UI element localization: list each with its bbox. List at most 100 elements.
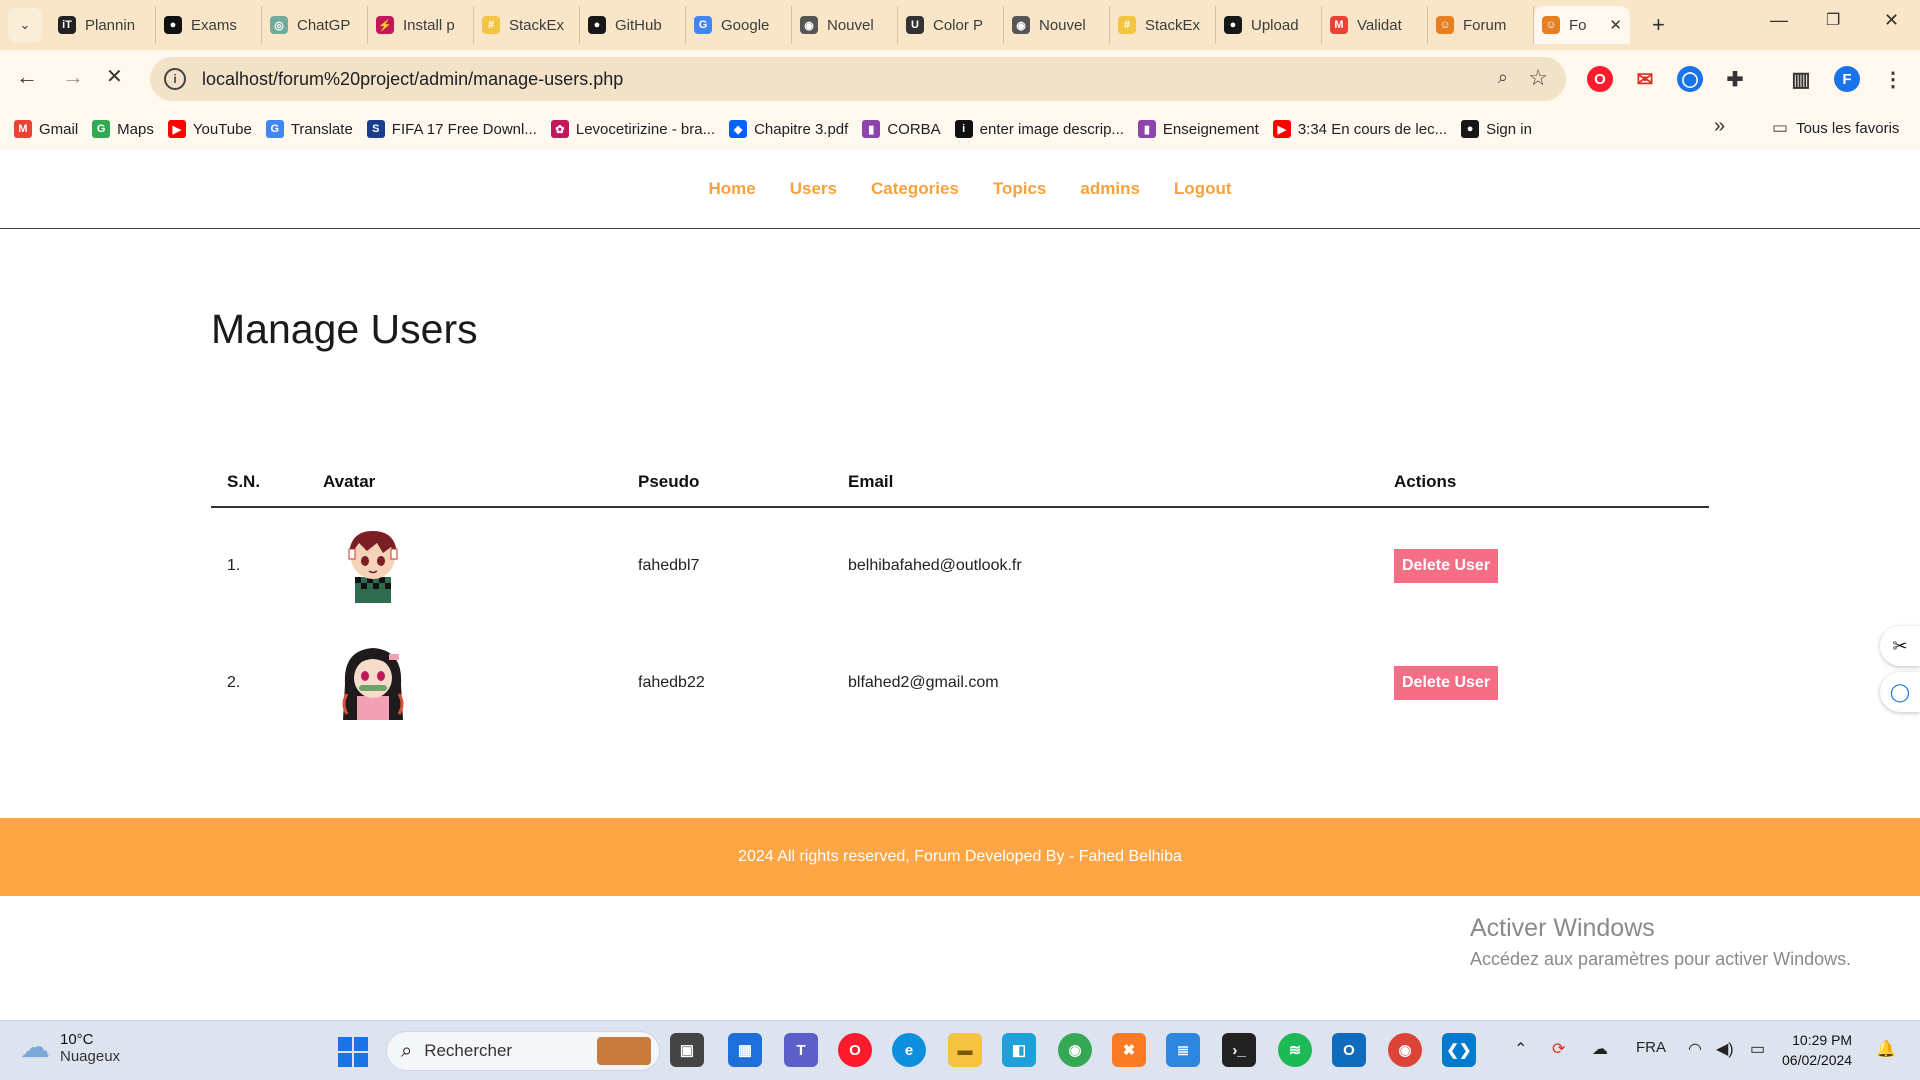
- site-info-icon[interactable]: i: [164, 68, 186, 90]
- xampp-icon[interactable]: ✖: [1112, 1033, 1146, 1067]
- bookmark-item[interactable]: i enter image descrip...: [954, 120, 1124, 138]
- browser-tab[interactable]: G Google: [686, 6, 792, 44]
- tab-search-button[interactable]: ⌄: [8, 8, 42, 42]
- store-icon[interactable]: ▦: [728, 1033, 762, 1067]
- close-window-icon[interactable]: ✕: [1884, 10, 1899, 31]
- browser-tab[interactable]: # StackEx: [474, 6, 580, 44]
- spotify-icon[interactable]: ≋: [1278, 1033, 1312, 1067]
- close-tab-icon[interactable]: ✕: [1609, 16, 1622, 34]
- start-button[interactable]: [338, 1037, 368, 1067]
- menu-kebab-icon[interactable]: ⋮: [1880, 66, 1906, 92]
- chrome-profile-icon[interactable]: ◉: [1388, 1033, 1422, 1067]
- bookmark-item[interactable]: ✿ Levocetirizine - bra...: [550, 120, 715, 138]
- battery-icon[interactable]: ▭: [1750, 1039, 1765, 1059]
- bookmark-item[interactable]: G Translate: [265, 120, 353, 138]
- browser-tab[interactable]: ☺ Forum: [1428, 6, 1534, 44]
- nav-link-admins[interactable]: admins: [1080, 179, 1140, 199]
- mail-extension-icon[interactable]: ✉: [1632, 66, 1658, 92]
- forward-icon[interactable]: →: [62, 64, 84, 90]
- row-sn: 2.: [227, 673, 241, 691]
- browser-tab[interactable]: ● Exams: [156, 6, 262, 44]
- edge-icon[interactable]: e: [892, 1033, 926, 1067]
- language-indicator[interactable]: FRA: [1636, 1039, 1666, 1056]
- row-email: blfahed2@gmail.com: [848, 673, 999, 691]
- windows-logo-pane: [338, 1037, 352, 1051]
- side-panel-icon[interactable]: ▥: [1788, 66, 1814, 92]
- bookmark-item[interactable]: ▮ CORBA: [862, 120, 941, 138]
- url-text[interactable]: localhost/forum%20project/admin/manage-u…: [202, 69, 623, 90]
- terminal-icon[interactable]: ›_: [1222, 1033, 1256, 1067]
- system-clock[interactable]: 10:29 PM 06/02/2024: [1782, 1030, 1852, 1070]
- tab-favicon-icon: iT: [58, 16, 76, 34]
- bookmark-item[interactable]: ● Sign in: [1461, 120, 1532, 138]
- delete-user-button[interactable]: Delete User: [1394, 549, 1499, 583]
- notepad-icon[interactable]: ≣: [1166, 1033, 1200, 1067]
- task-view-icon[interactable]: ▣: [670, 1033, 704, 1067]
- bookmark-item[interactable]: M Gmail: [14, 120, 78, 138]
- bookmark-item[interactable]: ▶ 3:34 En cours de lec...: [1272, 120, 1447, 138]
- browser-tab[interactable]: ◉ Nouvel: [792, 6, 898, 44]
- tab-favicon-icon: M: [1330, 16, 1348, 34]
- bookmark-star-icon[interactable]: ☆: [1528, 65, 1548, 91]
- tab-label: Validat: [1357, 16, 1402, 34]
- search-placeholder: Rechercher: [424, 1041, 513, 1060]
- more-bookmarks-icon[interactable]: »: [1714, 115, 1725, 138]
- browser-tab[interactable]: M Validat: [1322, 6, 1428, 44]
- minimize-icon[interactable]: —: [1770, 10, 1788, 31]
- browser-tab[interactable]: ● GitHub: [580, 6, 686, 44]
- outlook-icon[interactable]: O: [1332, 1033, 1366, 1067]
- browser-tab[interactable]: ⚡ Install p: [368, 6, 474, 44]
- opera-extension-icon[interactable]: O: [1587, 66, 1613, 92]
- browser-tab[interactable]: ◎ ChatGP: [262, 6, 368, 44]
- bookmark-item[interactable]: ◆ Chapitre 3.pdf: [729, 120, 848, 138]
- browser-tab[interactable]: iT Plannin: [50, 6, 156, 44]
- profile-avatar[interactable]: F: [1834, 66, 1860, 92]
- chevron-up-icon[interactable]: ⌃: [1514, 1039, 1527, 1059]
- back-icon[interactable]: ←: [16, 64, 38, 90]
- file-explorer-icon[interactable]: ▬: [948, 1033, 982, 1067]
- browser-tab[interactable]: # StackEx: [1110, 6, 1216, 44]
- tab-favicon-icon: #: [482, 16, 500, 34]
- stop-loading-icon[interactable]: ✕: [106, 64, 123, 89]
- zoom-icon[interactable]: ⌕: [1498, 67, 1508, 88]
- tab-label: GitHub: [615, 16, 662, 34]
- nav-link-logout[interactable]: Logout: [1174, 179, 1232, 199]
- wifi-icon[interactable]: ◠: [1688, 1039, 1702, 1059]
- bookmark-item[interactable]: S FIFA 17 Free Downl...: [366, 120, 537, 138]
- address-bar[interactable]: i localhost/forum%20project/admin/manage…: [150, 57, 1566, 101]
- all-bookmarks-folder[interactable]: ▭ Tous les favoris: [1772, 118, 1899, 138]
- scissors-icon[interactable]: ✂: [1880, 626, 1920, 666]
- chrome-icon[interactable]: ◉: [1058, 1033, 1092, 1067]
- vscode-icon[interactable]: ❮❯: [1442, 1033, 1476, 1067]
- bookmark-label: Maps: [117, 120, 154, 138]
- bookmark-item[interactable]: ▮ Enseignement: [1137, 120, 1259, 138]
- browser-tab[interactable]: U Color P: [898, 6, 1004, 44]
- tab-label: Google: [721, 16, 770, 34]
- new-tab-button[interactable]: +: [1652, 12, 1665, 38]
- weather-widget[interactable]: ☁ 10°C Nuageux: [20, 1030, 120, 1065]
- onedrive-icon[interactable]: ☁: [1592, 1039, 1608, 1059]
- nav-link-categories[interactable]: Categories: [871, 179, 959, 199]
- teams-icon[interactable]: T: [784, 1033, 818, 1067]
- nav-link-topics[interactable]: Topics: [993, 179, 1047, 199]
- volume-icon[interactable]: ◀): [1716, 1039, 1734, 1059]
- notification-bell-icon[interactable]: 🔔: [1876, 1039, 1896, 1059]
- bookmark-item[interactable]: ▶ YouTube: [167, 120, 252, 138]
- sync-icon[interactable]: ⟳: [1552, 1039, 1565, 1059]
- chat-extension-icon[interactable]: ◯: [1677, 66, 1703, 92]
- extensions-puzzle-icon[interactable]: ✚: [1722, 66, 1748, 92]
- restore-icon[interactable]: ❐: [1826, 10, 1840, 30]
- remote-desktop-icon[interactable]: ◧: [1002, 1033, 1036, 1067]
- browser-tab[interactable]: ◉ Nouvel: [1004, 6, 1110, 44]
- opera-icon[interactable]: O: [838, 1033, 872, 1067]
- assistant-bubble-icon[interactable]: ◯: [1880, 672, 1920, 712]
- bookmark-item[interactable]: G Maps: [92, 120, 154, 138]
- windows-logo-pane: [354, 1037, 368, 1051]
- nav-link-home[interactable]: Home: [708, 179, 755, 199]
- bookmark-label: enter image descrip...: [979, 120, 1124, 138]
- nav-link-users[interactable]: Users: [790, 179, 837, 199]
- delete-user-button[interactable]: Delete User: [1394, 665, 1499, 700]
- browser-tab[interactable]: ● Upload: [1216, 6, 1322, 44]
- browser-tab-active[interactable]: ☺ Fo ✕: [1534, 6, 1630, 44]
- taskbar-search[interactable]: ⌕ Rechercher: [386, 1031, 660, 1071]
